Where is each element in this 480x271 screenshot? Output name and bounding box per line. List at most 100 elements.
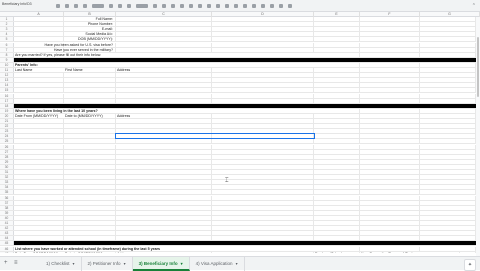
cell[interactable] bbox=[116, 144, 212, 149]
cell[interactable] bbox=[64, 190, 116, 195]
cell[interactable] bbox=[212, 119, 314, 124]
row-number[interactable]: 35 bbox=[0, 190, 14, 195]
row-number[interactable]: 8 bbox=[0, 52, 14, 57]
cell[interactable] bbox=[14, 205, 64, 210]
cell[interactable] bbox=[212, 185, 314, 190]
cell[interactable] bbox=[64, 180, 116, 185]
row-number[interactable]: 7 bbox=[0, 47, 14, 52]
cell[interactable] bbox=[314, 113, 360, 118]
cell[interactable] bbox=[64, 175, 116, 180]
row-number[interactable]: 15 bbox=[0, 88, 14, 93]
menu-icon[interactable]: ≡ bbox=[14, 260, 18, 266]
cell[interactable] bbox=[14, 200, 64, 205]
cell[interactable] bbox=[116, 180, 212, 185]
cell[interactable] bbox=[116, 129, 212, 134]
cell[interactable] bbox=[360, 134, 420, 139]
cell[interactable] bbox=[64, 83, 116, 88]
cell[interactable] bbox=[14, 88, 64, 93]
italic-icon[interactable] bbox=[171, 4, 175, 8]
cell[interactable] bbox=[420, 129, 476, 134]
cell[interactable] bbox=[360, 37, 420, 42]
cell[interactable] bbox=[212, 129, 314, 134]
cell[interactable] bbox=[64, 154, 116, 159]
cell[interactable] bbox=[212, 32, 314, 37]
cell[interactable] bbox=[360, 52, 420, 57]
cell[interactable] bbox=[314, 190, 360, 195]
cell[interactable] bbox=[420, 175, 476, 180]
cell[interactable] bbox=[314, 52, 360, 57]
cell[interactable] bbox=[420, 210, 476, 215]
cell[interactable] bbox=[116, 27, 212, 32]
cell[interactable] bbox=[314, 221, 360, 226]
borders-icon[interactable] bbox=[207, 4, 211, 8]
cell[interactable] bbox=[314, 83, 360, 88]
cell[interactable] bbox=[116, 154, 212, 159]
row-number[interactable]: 40 bbox=[0, 215, 14, 220]
cell[interactable] bbox=[64, 119, 116, 124]
cell[interactable] bbox=[64, 78, 116, 83]
cell[interactable] bbox=[14, 144, 64, 149]
cell[interactable] bbox=[212, 78, 314, 83]
print-icon[interactable] bbox=[74, 4, 78, 8]
cell[interactable] bbox=[360, 119, 420, 124]
align-icon[interactable] bbox=[225, 4, 229, 8]
row-number[interactable]: 31 bbox=[0, 170, 14, 175]
cell[interactable] bbox=[314, 185, 360, 190]
cell[interactable] bbox=[212, 37, 314, 42]
bold-icon[interactable] bbox=[162, 4, 166, 8]
row-number[interactable]: 41 bbox=[0, 221, 14, 226]
cell[interactable] bbox=[314, 210, 360, 215]
cell[interactable] bbox=[64, 221, 116, 226]
cell[interactable] bbox=[314, 139, 360, 144]
cell[interactable] bbox=[360, 144, 420, 149]
cell[interactable] bbox=[314, 27, 360, 32]
cell[interactable] bbox=[116, 195, 212, 200]
cell[interactable] bbox=[212, 154, 314, 159]
cell[interactable] bbox=[314, 195, 360, 200]
cell[interactable] bbox=[116, 210, 212, 215]
row-number[interactable]: 45 bbox=[0, 241, 14, 246]
strikethrough-icon[interactable] bbox=[180, 4, 184, 8]
cell[interactable] bbox=[314, 159, 360, 164]
cell[interactable] bbox=[314, 149, 360, 154]
cell[interactable] bbox=[360, 221, 420, 226]
cell[interactable] bbox=[116, 83, 212, 88]
row-number[interactable]: 9 bbox=[0, 57, 14, 62]
cell[interactable] bbox=[360, 113, 420, 118]
wrap-icon[interactable] bbox=[243, 4, 247, 8]
cell[interactable] bbox=[14, 139, 64, 144]
cell[interactable] bbox=[314, 78, 360, 83]
fill-color-icon[interactable] bbox=[198, 4, 202, 8]
cell[interactable] bbox=[64, 170, 116, 175]
cell[interactable] bbox=[116, 139, 212, 144]
cell[interactable] bbox=[64, 210, 116, 215]
cell[interactable] bbox=[14, 185, 64, 190]
cell[interactable] bbox=[212, 73, 314, 78]
row-number[interactable]: 19 bbox=[0, 108, 14, 113]
row-number[interactable]: 38 bbox=[0, 205, 14, 210]
row-number[interactable]: 13 bbox=[0, 78, 14, 83]
cell[interactable] bbox=[14, 159, 64, 164]
cell[interactable] bbox=[64, 88, 116, 93]
cell[interactable] bbox=[116, 78, 212, 83]
row-number[interactable]: 16 bbox=[0, 93, 14, 98]
row-number[interactable]: 2 bbox=[0, 22, 14, 27]
row-number[interactable]: 30 bbox=[0, 164, 14, 169]
row-number[interactable]: 46 bbox=[0, 246, 14, 251]
cell[interactable] bbox=[360, 195, 420, 200]
row-number[interactable]: 25 bbox=[0, 139, 14, 144]
filter-icon[interactable] bbox=[279, 4, 283, 8]
cell[interactable] bbox=[212, 226, 314, 231]
cell[interactable] bbox=[64, 144, 116, 149]
cell[interactable] bbox=[420, 164, 476, 169]
font-select[interactable] bbox=[136, 4, 148, 8]
row-number[interactable]: 44 bbox=[0, 236, 14, 241]
cell[interactable] bbox=[314, 42, 360, 47]
cell[interactable] bbox=[360, 27, 420, 32]
sheet-tab[interactable]: 3) Beneficiary Info ▾ bbox=[132, 257, 190, 271]
row-number[interactable]: 23 bbox=[0, 129, 14, 134]
cell[interactable] bbox=[314, 22, 360, 27]
decimal-icon[interactable] bbox=[127, 4, 131, 8]
chevron-down-icon[interactable]: ▾ bbox=[236, 261, 238, 266]
cell[interactable] bbox=[360, 129, 420, 134]
